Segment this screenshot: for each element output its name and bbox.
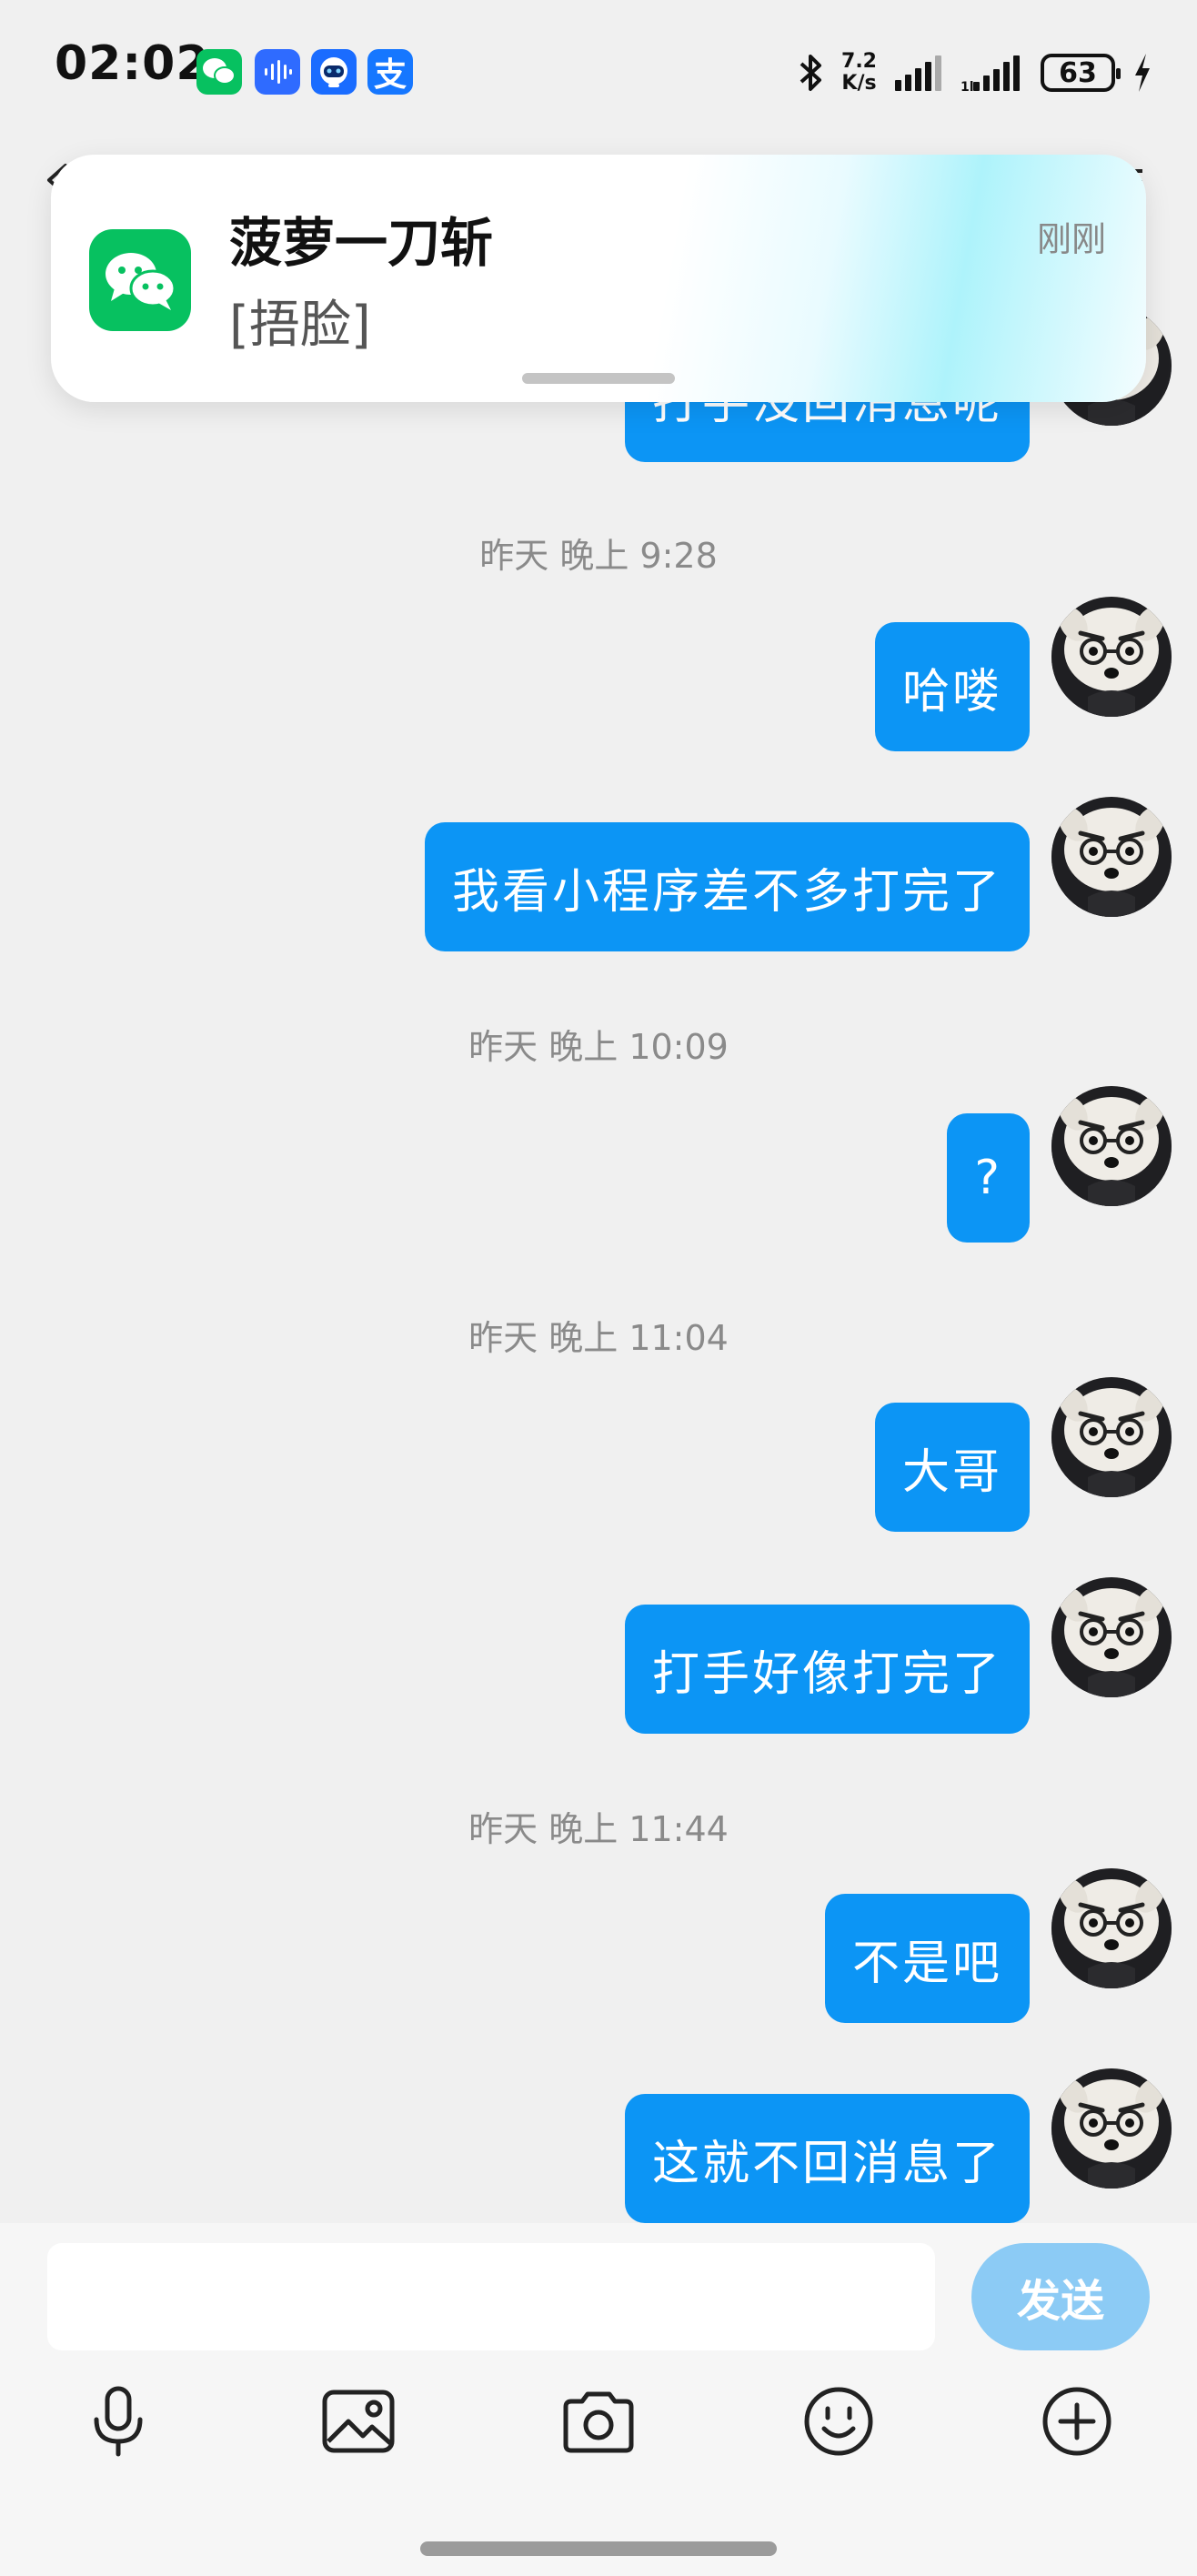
avatar[interactable] (1051, 1577, 1172, 1697)
timestamp: 昨天 晚上 9:28 (479, 536, 718, 576)
wechat-notification-banner[interactable]: 菠萝一刀斩 [捂脸] 刚刚 (51, 155, 1146, 402)
avatar[interactable] (1051, 1377, 1172, 1497)
timestamp: 昨天 晚上 11:44 (468, 1809, 729, 1849)
avatar[interactable] (1051, 597, 1172, 717)
avatar[interactable] (1051, 797, 1172, 917)
avatar[interactable] (1051, 1868, 1172, 1988)
emoji-icon[interactable] (799, 2381, 879, 2461)
mic-icon[interactable] (78, 2381, 158, 2461)
home-indicator[interactable] (420, 2541, 777, 2556)
notification-sender: 菠萝一刀斩 (229, 212, 494, 274)
chat-bubble[interactable]: 哈喽 (874, 622, 1030, 751)
chat-bubble[interactable]: 大哥 (874, 1403, 1030, 1532)
notification-time: 刚刚 (1036, 219, 1106, 259)
camera-icon[interactable] (558, 2381, 639, 2461)
notification-message: [捂脸] (229, 296, 371, 355)
plus-icon[interactable] (1037, 2381, 1117, 2461)
message-input[interactable] (47, 2243, 935, 2350)
image-icon[interactable] (318, 2381, 398, 2461)
avatar[interactable] (1051, 2068, 1172, 2189)
message-input-bar: 发送 (0, 2223, 1197, 2576)
timestamp: 昨天 晚上 10:09 (468, 1027, 729, 1067)
chat-bubble[interactable]: 我看小程序差不多打完了 (424, 822, 1030, 951)
chat-bubble[interactable]: 打手好像打完了 (624, 1605, 1030, 1734)
send-button[interactable]: 发送 (971, 2243, 1150, 2350)
notification-drag-handle[interactable] (522, 373, 675, 384)
chat-bubble[interactable]: 这就不回消息了 (624, 2094, 1030, 2223)
wechat-icon (89, 229, 191, 331)
avatar[interactable] (1051, 1086, 1172, 1206)
chat-bubble[interactable]: 不是吧 (824, 1894, 1030, 2023)
chat-bubble[interactable]: ? (947, 1113, 1030, 1243)
timestamp: 昨天 晚上 11:04 (468, 1318, 729, 1358)
